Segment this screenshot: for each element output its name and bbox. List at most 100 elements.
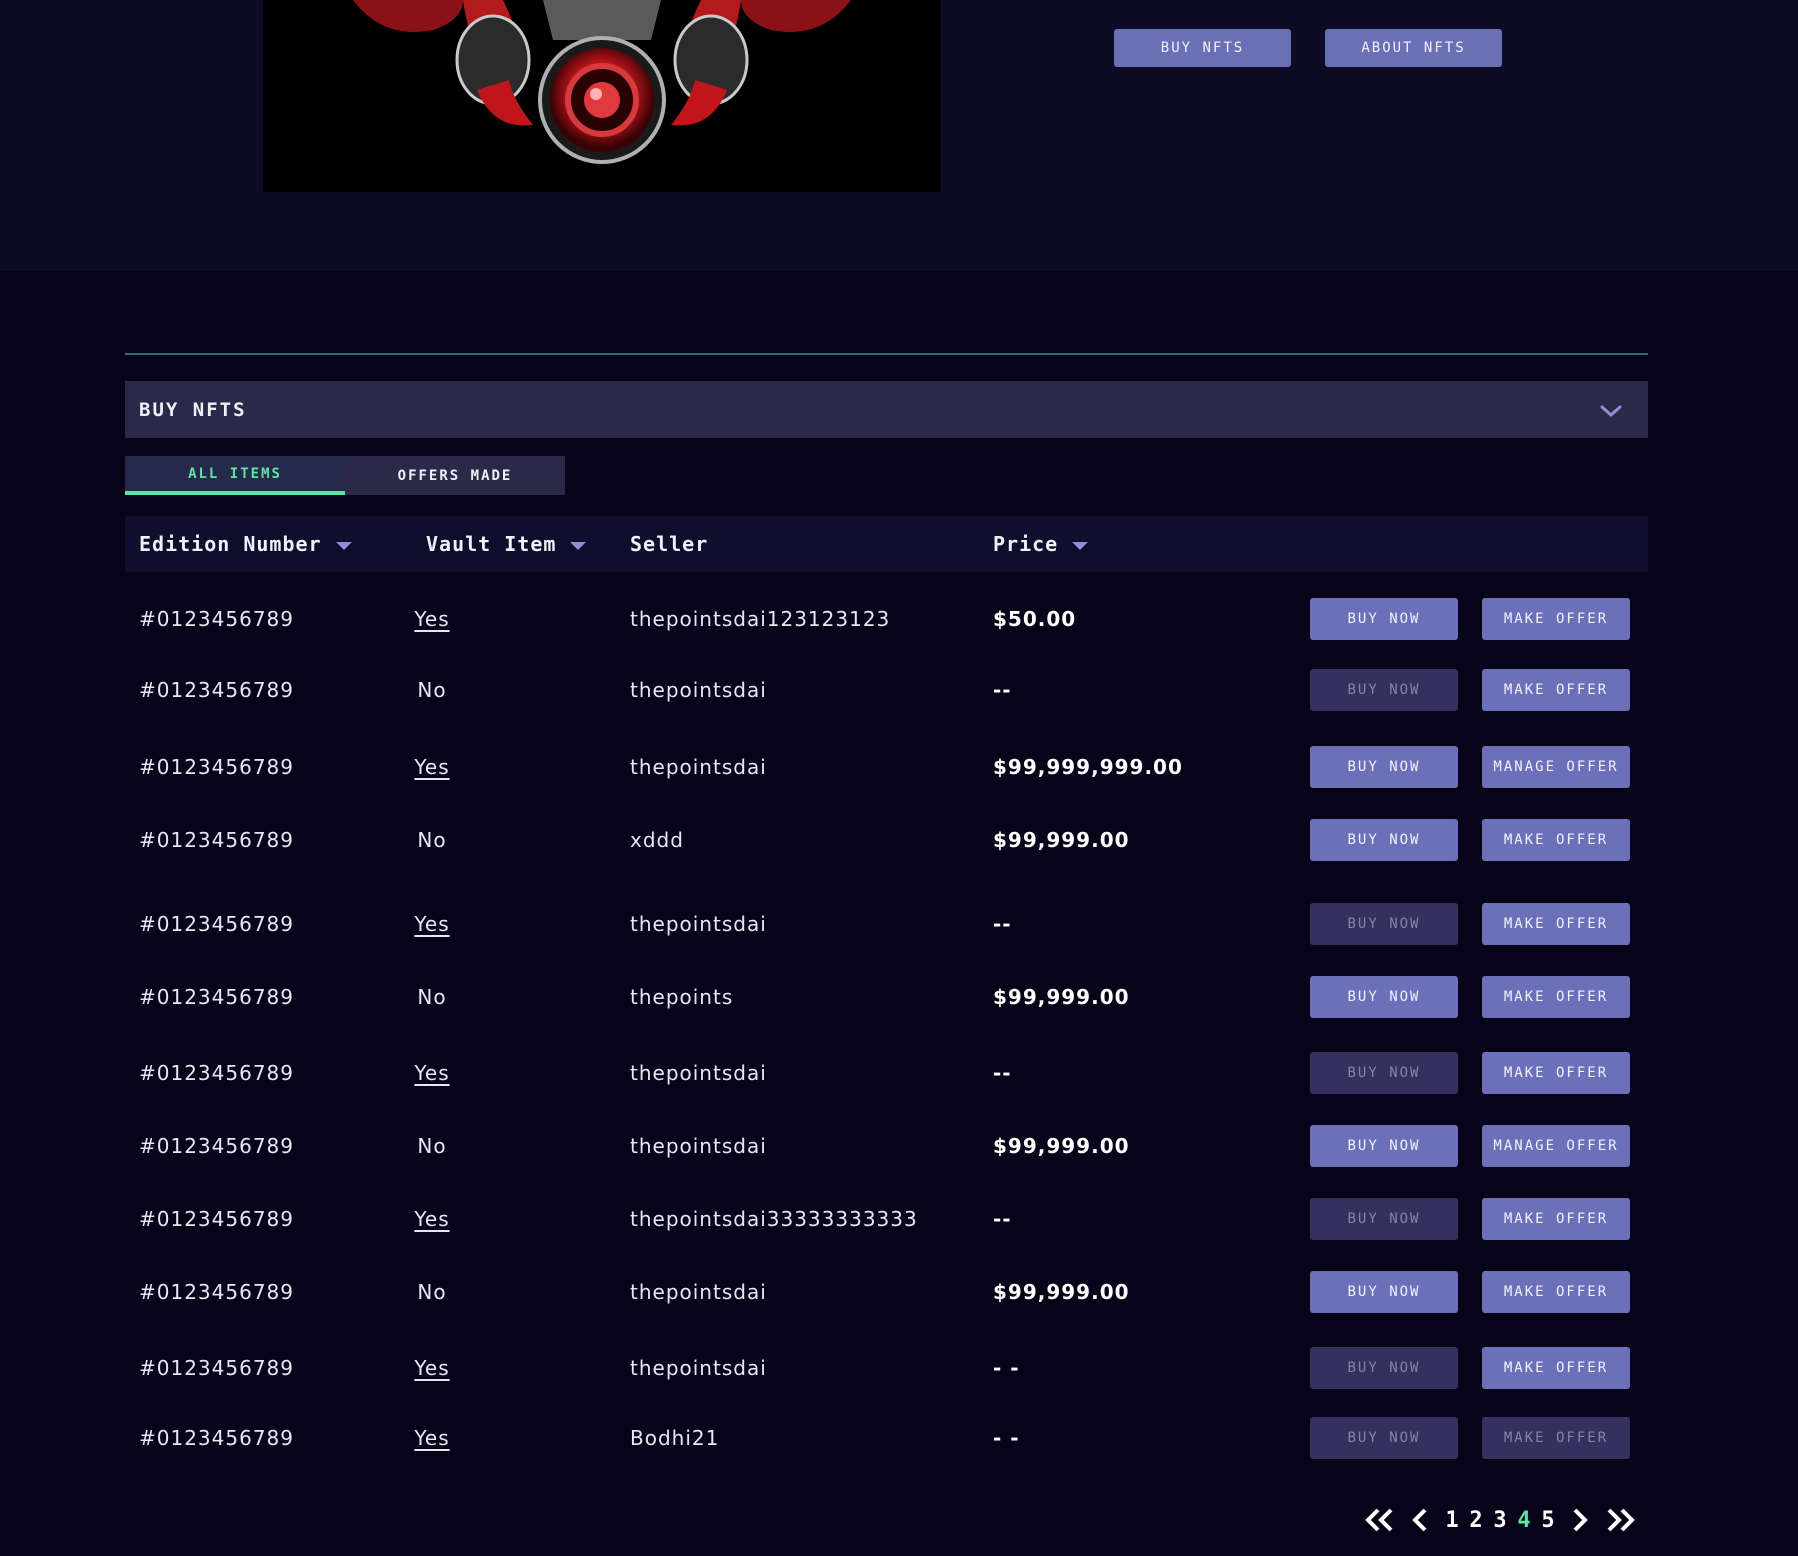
make-offer-button[interactable]: MAKE OFFER xyxy=(1482,1271,1630,1313)
edition-number-cell: #0123456789 xyxy=(139,1426,295,1450)
buy-now-button: BUY NOW xyxy=(1310,1052,1458,1094)
price-cell: $50.00 xyxy=(993,607,1077,631)
pagination: 12345 xyxy=(1360,1502,1640,1538)
buy-now-button[interactable]: BUY NOW xyxy=(1310,1125,1458,1167)
price-cell: - - xyxy=(993,1356,1020,1380)
buy-now-button[interactable]: BUY NOW xyxy=(1310,1271,1458,1313)
previous-page-icon[interactable] xyxy=(1400,1502,1440,1538)
edition-number-cell: #0123456789 xyxy=(139,912,295,936)
column-header-edition[interactable]: Edition Number xyxy=(139,516,352,572)
buy-now-button[interactable]: BUY NOW xyxy=(1310,746,1458,788)
make-offer-button[interactable]: MAKE OFFER xyxy=(1482,1347,1630,1389)
hero-section: BUY NFTS ABOUT NFTS xyxy=(0,0,1798,271)
about-nfts-button[interactable]: ABOUT NFTS xyxy=(1325,29,1502,67)
seller-cell: xddd xyxy=(630,828,684,852)
price-cell: -- xyxy=(993,1207,1012,1231)
table-row: #0123456789 Yes thepointsdai $99,999,999.00… xyxy=(125,745,1648,789)
sort-caret-icon[interactable] xyxy=(570,542,587,550)
vault-item-cell: No xyxy=(417,678,447,702)
page-number[interactable]: 5 xyxy=(1536,1508,1560,1533)
vault-item-cell[interactable]: Yes xyxy=(385,1416,479,1460)
vault-item-cell[interactable]: Yes xyxy=(385,1197,479,1241)
seller-cell: thepointsdai xyxy=(630,1356,767,1380)
make-offer-button[interactable]: MAKE OFFER xyxy=(1482,1052,1630,1094)
price-cell: $99,999.00 xyxy=(993,1134,1130,1158)
tab-bar: ALL ITEMS OFFERS MADE xyxy=(125,456,565,495)
price-cell: $99,999,999.00 xyxy=(993,755,1183,779)
nft-artwork-image xyxy=(263,0,941,192)
buy-now-button: BUY NOW xyxy=(1310,1417,1458,1459)
chevron-down-icon[interactable] xyxy=(1600,403,1622,422)
make-offer-button[interactable]: MAKE OFFER xyxy=(1482,669,1630,711)
sort-caret-icon[interactable] xyxy=(1072,542,1089,550)
seller-cell: thepointsdai123123123 xyxy=(630,607,891,631)
buy-now-button: BUY NOW xyxy=(1310,669,1458,711)
edition-number-cell: #0123456789 xyxy=(139,607,295,631)
make-offer-button[interactable]: MAKE OFFER xyxy=(1482,903,1630,945)
last-page-icon[interactable] xyxy=(1600,1502,1640,1538)
table-row: #0123456789 Yes thepointsdai -- BUY NOW MAKE … xyxy=(125,1051,1648,1095)
table-row: #0123456789 Yes Bodhi21 - - BUY NOW MAKE OFFE… xyxy=(125,1416,1648,1460)
table-row: #0123456789 No thepointsdai -- BUY NOW MAKE O… xyxy=(125,668,1648,712)
make-offer-button[interactable]: MAKE OFFER xyxy=(1482,598,1630,640)
buy-now-button: BUY NOW xyxy=(1310,903,1458,945)
seller-cell: thepointsdai xyxy=(630,1134,767,1158)
section-divider xyxy=(125,353,1648,355)
edition-number-cell: #0123456789 xyxy=(139,755,295,779)
seller-cell: thepointsdai xyxy=(630,755,767,779)
manage-offer-button[interactable]: MANAGE OFFER xyxy=(1482,1125,1630,1167)
buy-nfts-button[interactable]: BUY NFTS xyxy=(1114,29,1291,67)
sort-caret-icon[interactable] xyxy=(335,542,352,550)
table-row: #0123456789 Yes thepointsdai33333333333 -- B… xyxy=(125,1197,1648,1241)
column-header-price[interactable]: Price xyxy=(993,516,1089,572)
edition-number-cell: #0123456789 xyxy=(139,828,295,852)
price-cell: $99,999.00 xyxy=(993,985,1130,1009)
vault-item-cell[interactable]: Yes xyxy=(385,745,479,789)
buy-now-button[interactable]: BUY NOW xyxy=(1310,819,1458,861)
table-row: #0123456789 No thepointsdai $99,999.00 BUY N… xyxy=(125,1270,1648,1314)
column-header-vault[interactable]: Vault Item xyxy=(426,516,587,572)
column-header-label: Edition Number xyxy=(139,532,322,556)
make-offer-button[interactable]: MAKE OFFER xyxy=(1482,1198,1630,1240)
vault-item-cell[interactable]: Yes xyxy=(385,1051,479,1095)
page-number[interactable]: 1 xyxy=(1440,1508,1464,1533)
table-row: #0123456789 No xddd $99,999.00 BUY NOW MAKE O… xyxy=(125,818,1648,862)
vault-item-cell: No xyxy=(417,985,447,1009)
seller-cell: thepointsdai xyxy=(630,912,767,936)
edition-number-cell: #0123456789 xyxy=(139,985,295,1009)
table-row: #0123456789 Yes thepointsdai - - BUY NOW MAKE… xyxy=(125,1346,1648,1390)
make-offer-button[interactable]: MAKE OFFER xyxy=(1482,976,1630,1018)
price-cell: -- xyxy=(993,912,1012,936)
vault-item-cell: No xyxy=(417,828,447,852)
next-page-icon[interactable] xyxy=(1560,1502,1600,1538)
edition-number-cell: #0123456789 xyxy=(139,1134,295,1158)
edition-number-cell: #0123456789 xyxy=(139,1356,295,1380)
buy-now-button[interactable]: BUY NOW xyxy=(1310,598,1458,640)
table-row: #0123456789 No thepoints $99,999.00 BUY NOW M… xyxy=(125,975,1648,1019)
make-offer-button[interactable]: MAKE OFFER xyxy=(1482,819,1630,861)
tab-offers-made[interactable]: OFFERS MADE xyxy=(345,456,565,495)
page-number[interactable]: 2 xyxy=(1464,1508,1488,1533)
vault-item-cell[interactable]: Yes xyxy=(385,1346,479,1390)
vault-item-cell[interactable]: Yes xyxy=(385,597,479,641)
seller-cell: thepointsdai xyxy=(630,678,767,702)
buy-nfts-accordion-header[interactable]: BUY NFTS xyxy=(125,381,1648,438)
seller-cell: thepointsdai33333333333 xyxy=(630,1207,918,1231)
vault-item-cell[interactable]: Yes xyxy=(385,902,479,946)
page-number[interactable]: 3 xyxy=(1488,1508,1512,1533)
manage-offer-button[interactable]: MANAGE OFFER xyxy=(1482,746,1630,788)
table-row: #0123456789 No thepointsdai $99,999.00 BUY N… xyxy=(125,1124,1648,1168)
buy-now-button[interactable]: BUY NOW xyxy=(1310,976,1458,1018)
first-page-icon[interactable] xyxy=(1360,1502,1400,1538)
tab-all-items[interactable]: ALL ITEMS xyxy=(125,456,345,495)
seller-cell: thepointsdai xyxy=(630,1280,767,1304)
table-row: #0123456789 Yes thepointsdai123123123 $50.0… xyxy=(125,597,1648,641)
price-cell: -- xyxy=(993,1061,1012,1085)
seller-cell: thepoints xyxy=(630,985,734,1009)
page-number[interactable]: 4 xyxy=(1512,1508,1536,1533)
page-numbers: 12345 xyxy=(1440,1508,1560,1533)
table-row: #0123456789 Yes thepointsdai -- BUY NOW MAKE … xyxy=(125,902,1648,946)
column-header-label: Seller xyxy=(630,532,709,556)
make-offer-button: MAKE OFFER xyxy=(1482,1417,1630,1459)
accordion-title: BUY NFTS xyxy=(139,398,247,421)
